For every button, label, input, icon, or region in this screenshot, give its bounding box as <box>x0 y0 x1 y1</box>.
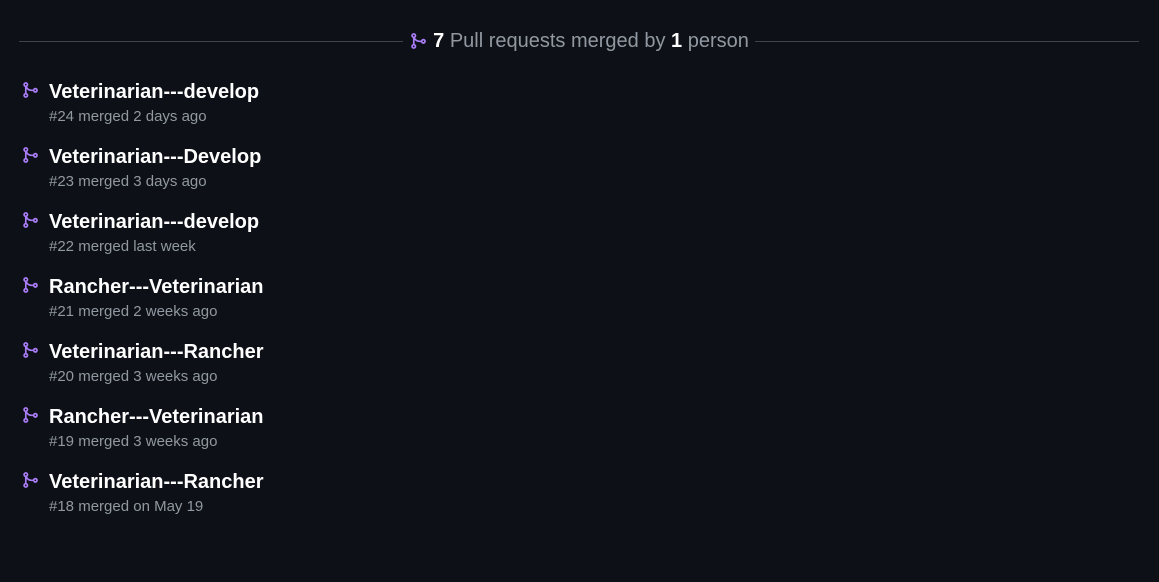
merged-count: 7 <box>433 29 445 52</box>
pull-request-item: Veterinarian---develop #24 merged 2 days… <box>19 78 264 143</box>
pull-request-meta: #22 merged last week <box>49 238 196 255</box>
git-merge-icon <box>21 406 39 424</box>
pull-request-title-link[interactable]: Veterinarian---develop <box>49 208 264 235</box>
pull-request-title-link[interactable]: Veterinarian---Rancher <box>49 338 264 365</box>
pull-request-title-link[interactable]: Veterinarian---Rancher <box>49 468 264 495</box>
pull-request-list: Veterinarian---develop #24 merged 2 days… <box>19 78 264 533</box>
people-count: 1 <box>671 29 683 52</box>
pull-request-title-link[interactable]: Veterinarian---Develop <box>49 143 264 170</box>
git-merge-icon <box>21 81 39 99</box>
divider-right <box>754 40 1140 42</box>
pull-request-item: Veterinarian---Rancher #20 merged 3 week… <box>19 338 264 403</box>
divider-left <box>19 40 404 42</box>
people-label: person <box>687 29 749 52</box>
pull-request-meta: #24 merged 2 days ago <box>49 108 207 125</box>
pull-request-meta: #21 merged 2 weeks ago <box>49 303 218 320</box>
git-merge-icon <box>21 211 39 229</box>
pull-request-title-link[interactable]: Rancher---Veterinarian <box>49 403 264 430</box>
pull-request-item: Veterinarian---Develop #23 merged 3 days… <box>19 143 264 208</box>
pull-request-title-link[interactable]: Veterinarian---develop <box>49 78 264 105</box>
git-merge-icon <box>21 471 39 489</box>
merged-summary: 7 Pull requests merged by 1 person <box>19 28 1140 54</box>
git-merge-icon <box>21 341 39 359</box>
merged-label: Pull requests merged by <box>449 29 666 52</box>
pull-request-meta: #20 merged 3 weeks ago <box>49 368 218 385</box>
pull-request-item: Veterinarian---develop #22 merged last w… <box>19 208 264 273</box>
git-merge-icon <box>409 32 427 50</box>
pull-request-meta: #18 merged on May 19 <box>49 498 204 515</box>
git-merge-icon <box>21 276 39 294</box>
pull-request-title-link[interactable]: Rancher---Veterinarian <box>49 273 264 300</box>
pull-request-item: Veterinarian---Rancher #18 merged on May… <box>19 468 264 533</box>
pull-request-meta: #23 merged 3 days ago <box>49 173 207 190</box>
pull-request-item: Rancher---Veterinarian #19 merged 3 week… <box>19 403 264 468</box>
pull-request-item: Rancher---Veterinarian #21 merged 2 week… <box>19 273 264 338</box>
merged-summary-text: 7 Pull requests merged by 1 person <box>403 30 755 53</box>
git-merge-icon <box>21 146 39 164</box>
pull-request-meta: #19 merged 3 weeks ago <box>49 433 218 450</box>
